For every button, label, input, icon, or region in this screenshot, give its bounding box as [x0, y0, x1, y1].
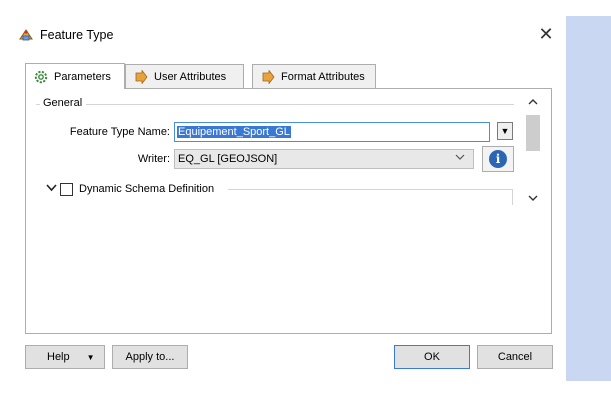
tab-label: Parameters — [54, 70, 111, 83]
background-window-strip — [566, 16, 611, 381]
tab-format-attributes[interactable]: Format Attributes — [252, 64, 376, 88]
general-group-legend: General — [40, 97, 86, 109]
chevron-down-icon[interactable] — [46, 182, 60, 196]
writer-label: Writer: — [137, 153, 170, 165]
feature-type-name-label: Feature Type Name: — [69, 126, 170, 138]
dynamic-schema-checkbox[interactable] — [60, 182, 73, 196]
ok-button[interactable]: OK — [394, 345, 470, 369]
tab-user-attributes[interactable]: User Attributes — [125, 64, 244, 88]
chevron-down-icon — [455, 152, 465, 165]
close-icon: ✕ — [538, 24, 554, 44]
scroll-up-icon[interactable] — [524, 95, 542, 111]
scroll-down-icon[interactable] — [524, 191, 542, 207]
feature-type-name-field[interactable]: Equipement_Sport_GL — [174, 122, 490, 142]
scrollbar-thumb[interactable] — [526, 115, 540, 151]
feature-type-icon — [18, 27, 34, 43]
triangle-down-icon: ▼ — [86, 352, 95, 362]
info-icon: i — [489, 150, 507, 168]
dynamic-schema-row: Dynamic Schema Definition — [46, 182, 214, 196]
group-border-top — [86, 104, 514, 105]
cancel-button[interactable]: Cancel — [477, 345, 553, 369]
vertical-scrollbar[interactable] — [524, 95, 542, 207]
ok-button-label: OK — [424, 351, 440, 363]
feature-type-name-value: Equipement_Sport_GL — [177, 126, 291, 138]
tab-parameters[interactable]: Parameters — [25, 63, 125, 89]
writer-info-button[interactable]: i — [482, 146, 514, 172]
gear-icon — [34, 70, 48, 84]
triangle-down-icon: ▼ — [500, 126, 510, 136]
dialog-title: Feature Type — [40, 28, 114, 42]
close-button[interactable]: ✕ — [534, 22, 558, 46]
help-button-label: Help — [47, 351, 70, 363]
arrow-right-icon — [261, 68, 275, 85]
feature-type-name-dropdown-button[interactable]: ▼ — [497, 122, 513, 140]
tab-label: User Attributes — [154, 70, 227, 83]
help-button[interactable]: Help ▼ — [25, 345, 105, 369]
writer-select[interactable]: EQ_GL [GEOJSON] — [174, 149, 474, 169]
group-border-left — [36, 104, 40, 105]
dynamic-schema-divider-edge — [512, 189, 513, 205]
dynamic-schema-divider — [228, 189, 513, 190]
title-bar: Feature Type ✕ — [0, 0, 566, 54]
apply-to-button-label: Apply to... — [125, 351, 175, 363]
feature-type-dialog: Feature Type ✕ Parameters User Attribute… — [0, 0, 566, 401]
writer-value: EQ_GL [GEOJSON] — [178, 153, 278, 165]
dynamic-schema-label: Dynamic Schema Definition — [79, 183, 215, 195]
arrow-right-icon — [134, 68, 148, 85]
tab-label: Format Attributes — [281, 70, 365, 83]
cancel-button-label: Cancel — [497, 351, 533, 363]
apply-to-button[interactable]: Apply to... — [112, 345, 188, 369]
